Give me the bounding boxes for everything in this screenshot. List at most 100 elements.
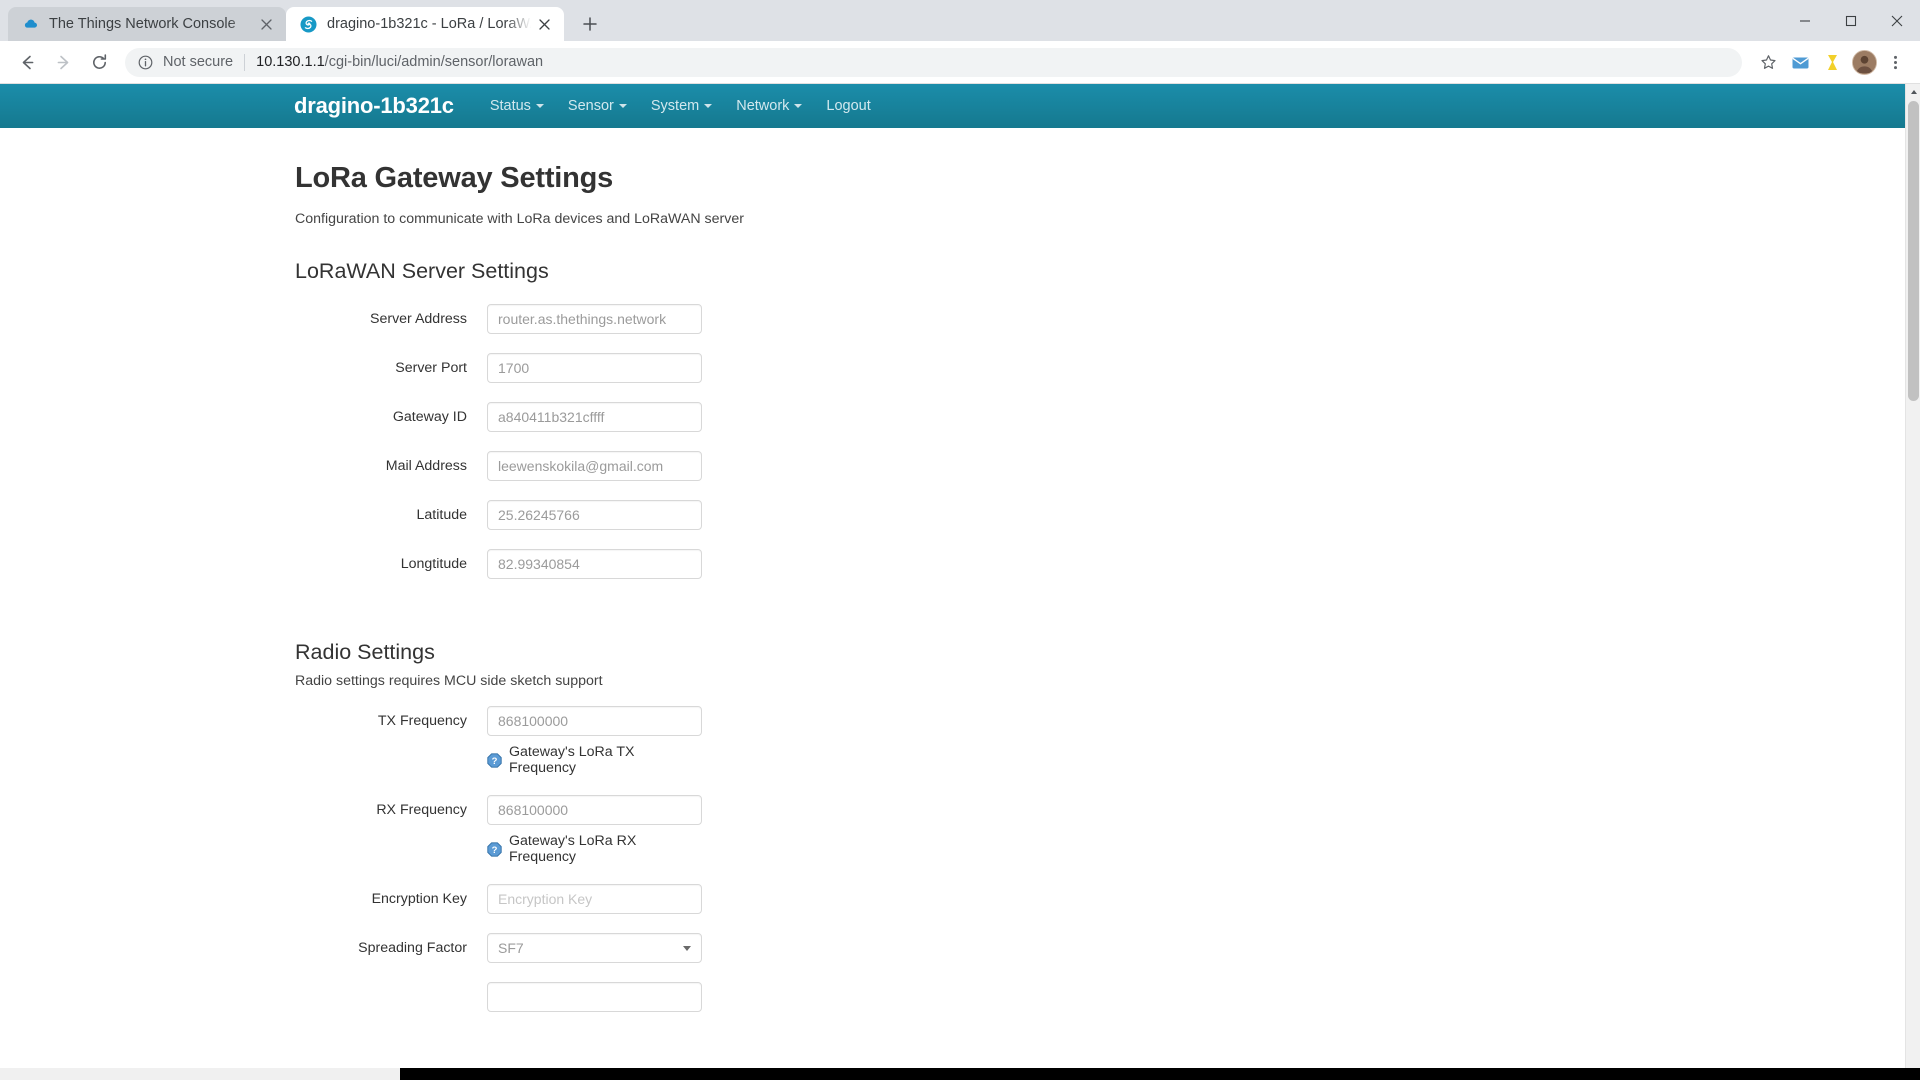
reload-button[interactable] xyxy=(83,46,115,78)
section-note-radio: Radio settings requires MCU side sketch … xyxy=(295,673,603,689)
browser-window: The Things Network Console dragino-1b321… xyxy=(0,0,1920,1080)
window-minimize-button[interactable] xyxy=(1782,0,1828,41)
scrollbar-thumb[interactable] xyxy=(1908,101,1919,401)
form-row-spreading-factor: Spreading Factor SF7 xyxy=(295,933,1905,963)
mail-address-input[interactable]: leewenskokila@gmail.com xyxy=(487,451,702,481)
longtitude-input[interactable]: 82.99340854 xyxy=(487,549,702,579)
browser-tab-1[interactable]: The Things Network Console xyxy=(8,7,286,41)
label-gateway-id: Gateway ID xyxy=(392,409,467,425)
question-help-icon: ? xyxy=(487,841,502,857)
label-rx-frequency: RX Frequency xyxy=(376,802,467,818)
nav-label: Logout xyxy=(826,98,871,114)
label-mail-address: Mail Address xyxy=(385,458,467,474)
nav-label: Status xyxy=(489,98,531,114)
star-icon[interactable] xyxy=(1754,48,1782,76)
form-row-longtitude: Longtitude 82.99340854 xyxy=(295,549,1905,579)
nav-item-sensor[interactable]: Sensor xyxy=(568,98,627,114)
label-tx-frequency: TX Frequency xyxy=(377,713,467,729)
navbar-brand[interactable]: dragino-1b321c xyxy=(294,93,454,119)
nav-label: Network xyxy=(736,98,790,114)
field-tx-frequency: 868100000 ? Gateway's LoRa TX Frequency xyxy=(487,706,702,776)
extension-mail-icon[interactable] xyxy=(1786,48,1814,76)
page-scrollbar[interactable] xyxy=(1905,84,1920,1080)
field-gateway-id: a840411b321cffff xyxy=(487,402,702,432)
help-text: Gateway's LoRa TX Frequency xyxy=(509,744,635,776)
label-spreading-factor: Spreading Factor xyxy=(358,940,467,956)
form-row-encryption-key: Encryption Key Encryption Key xyxy=(295,884,1905,914)
page-subtitle: Configuration to communicate with LoRa d… xyxy=(295,211,744,227)
spreading-factor-select[interactable]: SF7 xyxy=(487,933,702,963)
encryption-key-input[interactable]: Encryption Key xyxy=(487,884,702,914)
browser-tab-2[interactable]: dragino-1b321c - LoRa / LoraWA xyxy=(286,7,564,41)
section-heading-lorawan-server: LoRaWAN Server Settings xyxy=(295,259,549,283)
tab-strip: The Things Network Console dragino-1b321… xyxy=(0,0,1920,41)
window-controls xyxy=(1782,0,1920,41)
page-title: LoRa Gateway Settings xyxy=(295,162,614,194)
tab-close-icon[interactable] xyxy=(257,15,276,34)
tx-frequency-input[interactable]: 868100000 xyxy=(487,706,702,736)
svg-text:?: ? xyxy=(492,845,498,856)
navbar-links: Status Sensor System Network Logout xyxy=(490,98,895,114)
page-viewport: dragino-1b321c Status Sensor System Netw… xyxy=(0,84,1920,1080)
spreading-factor-value: SF7 xyxy=(498,940,524,956)
extension-bookmark-icon[interactable] xyxy=(1818,48,1846,76)
nav-item-logout[interactable]: Logout xyxy=(826,98,870,114)
latitude-input[interactable]: 25.26245766 xyxy=(487,500,702,530)
svg-text:?: ? xyxy=(492,756,498,767)
help-text: Gateway's LoRa RX Frequency xyxy=(509,833,637,865)
forward-button[interactable] xyxy=(47,46,79,78)
nav-item-status[interactable]: Status xyxy=(490,98,544,114)
omnibox-divider xyxy=(244,53,246,71)
nav-item-network[interactable]: Network xyxy=(736,98,803,114)
chevron-down-icon xyxy=(683,945,691,951)
info-circle-icon[interactable] xyxy=(137,54,154,71)
label-longtitude: Longtitude xyxy=(400,556,467,572)
new-tab-button[interactable] xyxy=(573,7,607,41)
section-heading-radio: Radio Settings xyxy=(295,640,435,664)
field-mail-address: leewenskokila@gmail.com xyxy=(487,451,702,481)
nav-item-system[interactable]: System xyxy=(650,98,713,114)
form-row-server-port: Server Port 1700 xyxy=(295,353,1905,383)
luci-page: dragino-1b321c Status Sensor System Netw… xyxy=(0,84,1905,1080)
window-close-button[interactable] xyxy=(1874,0,1920,41)
dragino-icon xyxy=(300,16,317,33)
scroll-up-arrow-icon[interactable] xyxy=(1906,84,1920,99)
cloud-icon xyxy=(22,16,39,33)
question-help-icon: ? xyxy=(487,752,502,768)
form-row-tx-frequency: TX Frequency 868100000 ? Gateway's LoRa … xyxy=(295,706,1905,776)
nav-label: System xyxy=(650,98,700,114)
chevron-down-icon xyxy=(794,104,803,108)
field-next-partial xyxy=(487,982,702,1012)
field-latitude: 25.26245766 xyxy=(487,500,702,530)
field-rx-frequency: 868100000 ? Gateway's LoRa RX Frequency xyxy=(487,795,702,865)
server-address-input[interactable]: router.as.thethings.network xyxy=(487,304,702,334)
form-row-server-address: Server Address router.as.thethings.netwo… xyxy=(295,304,1905,334)
security-status-label: Not secure xyxy=(163,54,234,70)
tab-close-icon[interactable] xyxy=(535,15,554,34)
label-server-address: Server Address xyxy=(370,311,467,327)
field-longtitude: 82.99340854 xyxy=(487,549,702,579)
back-button[interactable] xyxy=(11,46,43,78)
browser-toolbar: Not secure 10.130.1.1/cgi-bin/luci/admin… xyxy=(0,41,1920,84)
rx-frequency-input[interactable]: 868100000 xyxy=(487,795,702,825)
address-bar[interactable]: Not secure 10.130.1.1/cgi-bin/luci/admin… xyxy=(125,47,1742,77)
next-input-partial[interactable] xyxy=(487,982,702,1012)
form-row-gateway-id: Gateway ID a840411b321cffff xyxy=(295,402,1905,432)
bottom-bar xyxy=(0,1068,1920,1080)
field-encryption-key: Encryption Key xyxy=(487,884,702,914)
url-host: 10.130.1.1 xyxy=(256,54,325,70)
field-server-address: router.as.thethings.network xyxy=(487,304,702,334)
label-latitude: Latitude xyxy=(416,507,468,523)
server-port-input[interactable]: 1700 xyxy=(487,353,702,383)
profile-avatar[interactable] xyxy=(1852,49,1877,75)
form-row-next-partial xyxy=(295,982,1905,1012)
chevron-down-icon xyxy=(535,104,544,108)
url-text: 10.130.1.1/cgi-bin/luci/admin/sensor/lor… xyxy=(256,54,543,70)
chevron-down-icon xyxy=(704,104,713,108)
menu-kebab-icon[interactable] xyxy=(1881,48,1909,76)
window-maximize-button[interactable] xyxy=(1828,0,1874,41)
gateway-id-input[interactable]: a840411b321cffff xyxy=(487,402,702,432)
help-tx-frequency: ? Gateway's LoRa TX Frequency xyxy=(487,744,702,776)
nav-label: Sensor xyxy=(567,98,614,114)
